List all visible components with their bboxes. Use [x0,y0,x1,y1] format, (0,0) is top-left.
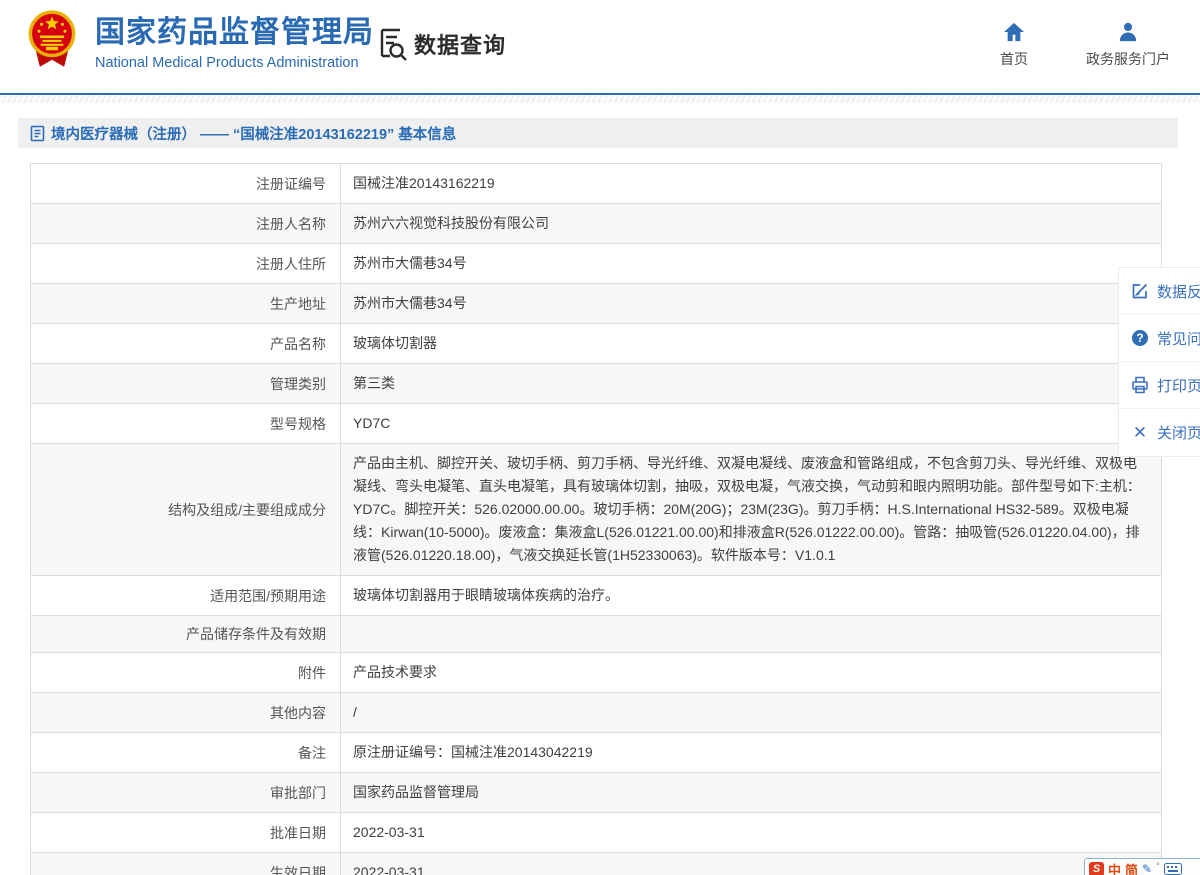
user-icon [1117,22,1139,42]
home-icon [1003,22,1025,42]
document-icon [30,125,45,142]
table-row: 批准日期2022-03-31 [31,813,1162,853]
nav-item-label: 政务服务门户 [1086,49,1170,69]
row-value: 第三类 [341,364,1162,404]
row-value: 产品由主机、脚控开关、玻切手柄、剪刀手柄、导光纤维、双凝电凝线、废液盒和管路组成… [341,444,1162,576]
nav-item-label: 首页 [1000,49,1028,69]
national-emblem-logo [26,9,78,69]
menu-item-print-page[interactable]: 打印页面 [1119,362,1200,409]
document-search-icon [378,27,408,61]
menu-item-label: 常见问题 [1157,328,1200,349]
table-row: 产品名称玻璃体切割器 [31,324,1162,364]
row-value: 原注册证编号：国械注准20143042219 [341,733,1162,773]
brand-subtitle: National Medical Products Administration [95,55,374,71]
hatch-band [0,95,1200,103]
row-label: 批准日期 [31,813,341,853]
row-value: YD7C [341,404,1162,444]
row-value: 苏州市大儒巷34号 [341,244,1162,284]
row-value: 苏州六六视觉科技股份有限公司 [341,204,1162,244]
table-row: 适用范围/预期用途玻璃体切割器用于眼睛玻璃体疾病的治疗。 [31,576,1162,616]
row-label: 注册人住所 [31,244,341,284]
row-value: 国械注准20143162219 [341,164,1162,204]
row-value: 2022-03-31 [341,853,1162,875]
table-row: 注册人住所苏州市大儒巷34号 [31,244,1162,284]
table-row: 备注原注册证编号：国械注准20143042219 [31,733,1162,773]
row-value: 玻璃体切割器 [341,324,1162,364]
question-icon: ? [1131,329,1149,347]
row-label: 附件 [31,653,341,693]
row-value: 玻璃体切割器用于眼睛玻璃体疾病的治疗。 [341,576,1162,616]
row-label: 产品储存条件及有效期 [31,616,341,653]
row-value: 产品技术要求 [341,653,1162,693]
row-label: 管理类别 [31,364,341,404]
table-row: 产品储存条件及有效期 [31,616,1162,653]
table-row: 其他内容/ [31,693,1162,733]
data-query-module: 数据查询 [378,27,506,61]
menu-item-label: 关闭页面 [1157,422,1200,443]
table-row: 注册人名称苏州六六视觉科技股份有限公司 [31,204,1162,244]
ime-pen-icon[interactable]: ✎ [1142,862,1152,875]
ime-keyboard-icon[interactable] [1164,863,1182,875]
menu-item-data-feedback[interactable]: 数据反馈 [1119,268,1200,315]
close-icon: ✕ [1131,424,1149,442]
row-value [341,616,1162,653]
row-label: 生效日期 [31,853,341,875]
floating-tools-menu: 数据反馈 ? 常见问题 打印页面 ✕ 关闭页面 [1118,267,1200,457]
registration-info-table: 注册证编号国械注准20143162219注册人名称苏州六六视觉科技股份有限公司注… [30,163,1162,875]
ime-toolbar[interactable]: S 中 简 ✎ ° [1084,858,1200,875]
ime-logo-icon[interactable]: S [1089,862,1104,875]
table-row: 附件产品技术要求 [31,653,1162,693]
row-label: 备注 [31,733,341,773]
nav-item-home[interactable]: 首页 [1000,22,1028,69]
row-value: 苏州市大儒巷34号 [341,284,1162,324]
brand-block: 国家药品监督管理局 National Medical Products Admi… [95,16,374,71]
header: 国家药品监督管理局 National Medical Products Admi… [0,0,1200,93]
row-label: 结构及组成/主要组成成分 [31,444,341,576]
row-value: 2022-03-31 [341,813,1162,853]
row-label: 其他内容 [31,693,341,733]
top-nav: 首页 政务服务门户 [1000,22,1170,69]
row-label: 产品名称 [31,324,341,364]
row-label: 审批部门 [31,773,341,813]
breadcrumb: 境内医疗器械（注册） —— “国械注准20143162219” 基本信息 [18,118,1178,148]
table-row: 审批部门国家药品监督管理局 [31,773,1162,813]
row-label: 注册证编号 [31,164,341,204]
table-row: 注册证编号国械注准20143162219 [31,164,1162,204]
row-label: 适用范围/预期用途 [31,576,341,616]
brand-title: 国家药品监督管理局 [95,16,374,50]
row-value: / [341,693,1162,733]
nav-item-gov-portal[interactable]: 政务服务门户 [1086,22,1170,69]
print-icon [1131,376,1149,394]
menu-item-close-page[interactable]: ✕ 关闭页面 [1119,409,1200,456]
table-row: 生效日期2022-03-31 [31,853,1162,875]
module-title: 数据查询 [414,28,506,60]
row-label: 生产地址 [31,284,341,324]
menu-item-label: 打印页面 [1157,375,1200,396]
row-value: 国家药品监督管理局 [341,773,1162,813]
info-table-body: 注册证编号国械注准20143162219注册人名称苏州六六视觉科技股份有限公司注… [31,164,1162,875]
table-row: 管理类别第三类 [31,364,1162,404]
menu-item-label: 数据反馈 [1157,281,1200,302]
table-row: 结构及组成/主要组成成分产品由主机、脚控开关、玻切手柄、剪刀手柄、导光纤维、双凝… [31,444,1162,576]
row-label: 型号规格 [31,404,341,444]
menu-item-faq[interactable]: ? 常见问题 [1119,315,1200,362]
ime-mode-chinese[interactable]: 中 [1108,860,1121,875]
table-row: 生产地址苏州市大儒巷34号 [31,284,1162,324]
ime-mode-simplified[interactable]: 简 [1125,860,1138,875]
row-label: 注册人名称 [31,204,341,244]
page-title: 境内医疗器械（注册） —— “国械注准20143162219” 基本信息 [51,123,456,144]
ime-degree-mark: ° [1156,861,1160,871]
feedback-icon [1131,282,1149,300]
table-row: 型号规格YD7C [31,404,1162,444]
